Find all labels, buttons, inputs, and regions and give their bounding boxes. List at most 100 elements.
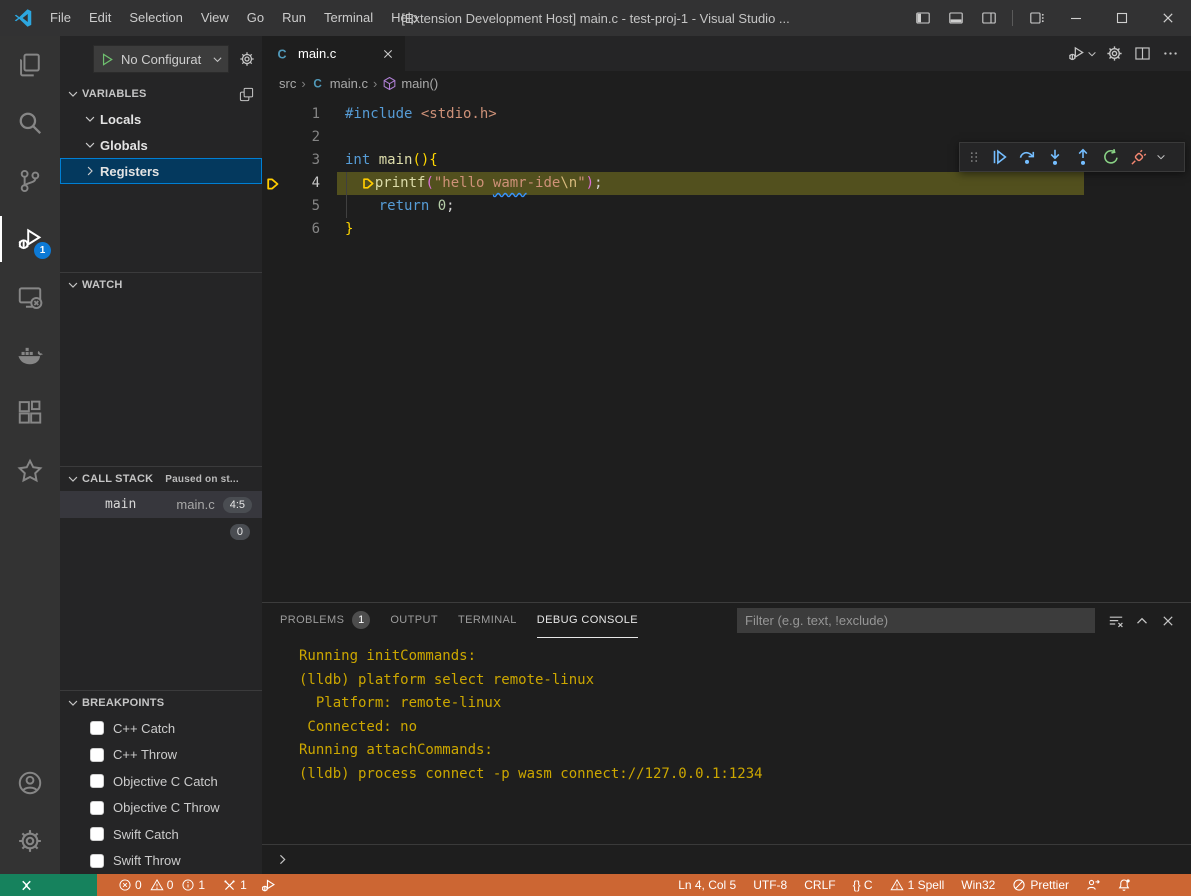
activity-item-extensions[interactable] [0,384,60,442]
variables-section-header[interactable]: VARIABLES [60,82,262,106]
breakpoint-row[interactable]: Objective C Catch [60,768,262,795]
restart-button[interactable] [1097,143,1125,171]
activity-item-favorites[interactable] [0,442,60,500]
breakpoint-gutter[interactable] [262,149,284,172]
breakpoint-gutter[interactable] [262,218,284,241]
breakpoint-gutter[interactable] [262,195,284,218]
activity-item-docker[interactable] [0,326,60,384]
split-editor-button[interactable] [1129,41,1155,67]
breakpoints-section-header[interactable]: BREAKPOINTS [60,691,262,715]
status-eol[interactable]: CRLF [804,878,835,892]
panel-tab-output[interactable]: OUTPUT [390,603,438,638]
chevron-down-icon[interactable] [1153,143,1169,171]
menu-run[interactable]: Run [273,0,315,36]
breakpoint-checkbox[interactable] [90,721,104,735]
activity-item-search[interactable] [0,94,60,152]
variables-item-globals[interactable]: Globals [60,132,262,158]
titlebar-layout-sidebar-button[interactable] [906,0,939,36]
debug-status[interactable] [261,878,276,893]
breakpoint-row[interactable]: Swift Throw [60,848,262,875]
breakpoint-label: Swift Catch [113,827,179,842]
activity-item-run-and-debug[interactable]: 1 [0,210,60,268]
more-actions-button[interactable] [1157,41,1183,67]
editor-settings-button[interactable] [1101,41,1127,67]
clear-console-icon[interactable] [1103,608,1129,634]
status-encoding[interactable]: UTF-8 [753,878,787,892]
menu-selection[interactable]: Selection [120,0,191,36]
close-icon[interactable] [381,47,395,61]
breadcrumb-item-src[interactable]: src [279,76,296,91]
debug-console-input[interactable] [262,844,1191,874]
activity-item-explorer[interactable] [0,36,60,94]
status-cursor-position[interactable]: Ln 4, Col 5 [678,878,736,892]
activity-item-source-control[interactable] [0,152,60,210]
call-stack-frame[interactable]: main main.c 4:5 [60,491,262,518]
ellipsis-icon [1162,45,1179,62]
watch-section-header[interactable]: WATCH [60,273,262,297]
close-panel-icon[interactable] [1155,608,1181,634]
menu-edit[interactable]: Edit [80,0,120,36]
breakpoint-gutter[interactable] [262,103,284,126]
breakpoint-checkbox[interactable] [90,774,104,788]
tab-main.c[interactable]: Cmain.c [262,36,405,71]
drag-grip-icon[interactable] [963,143,985,171]
maximize-panel-icon[interactable] [1129,608,1155,634]
ports-status[interactable]: 1 [223,878,247,892]
launch-config-gear-icon[interactable] [239,51,255,67]
activity-item-accounts[interactable] [0,754,60,812]
problems-status[interactable]: 001 [118,878,209,892]
breakpoint-checkbox[interactable] [90,854,104,868]
variables-item-locals[interactable]: Locals [60,106,262,132]
menu-view[interactable]: View [192,0,238,36]
variables-item-registers[interactable]: Registers [60,158,262,184]
status-platform[interactable]: Win32 [961,878,995,892]
breakpoint-gutter[interactable] [262,172,284,195]
disconnect-button[interactable] [1125,143,1153,171]
continue-button[interactable] [985,143,1013,171]
breakpoint-row[interactable]: C++ Throw [60,742,262,769]
run-dropdown-button[interactable] [1085,41,1099,67]
console-filter-input[interactable] [737,608,1095,633]
copy-icon[interactable] [239,87,254,102]
call-stack-section-header[interactable]: CALL STACK Paused on st... [60,467,262,491]
debug-config-dropdown[interactable]: No Configurat [93,45,229,73]
step-into-button[interactable] [1041,143,1069,171]
call-stack-row[interactable]: 0 [60,518,262,545]
status-feedback[interactable] [1086,878,1100,892]
code-editor[interactable]: 1#include <stdio.h>23int main(){4 printf… [262,95,1191,602]
status-language-mode[interactable]: {} C [853,878,873,892]
titlebar-layout-panel-button[interactable] [939,0,972,36]
titlebar-layout-customize-button[interactable] [1020,0,1053,36]
variables-section: VARIABLES LocalsGlobalsRegisters [60,82,262,272]
step-out-button[interactable] [1069,143,1097,171]
star-icon [17,458,43,484]
breakpoint-row[interactable]: Objective C Throw [60,795,262,822]
activity-item-settings[interactable] [0,812,60,870]
status-spell-status[interactable]: 1 Spell [890,878,945,892]
breakpoint-row[interactable]: C++ Catch [60,715,262,742]
breadcrumb-item-main[interactable]: main() [382,76,438,91]
breakpoint-checkbox[interactable] [90,801,104,815]
menu-file[interactable]: File [41,0,80,36]
breadcrumb-item-mainc[interactable]: Cmain.c [311,76,368,91]
start-debugging-icon[interactable] [100,52,115,67]
titlebar-layout-sidebar-right-button[interactable] [972,0,1005,36]
activity-item-remote-explorer[interactable] [0,268,60,326]
menu-go[interactable]: Go [238,0,273,36]
step-over-button[interactable] [1013,143,1041,171]
close-window-button[interactable] [1145,0,1191,36]
breakpoint-checkbox[interactable] [90,748,104,762]
breakpoint-checkbox[interactable] [90,827,104,841]
panel-tab-terminal[interactable]: TERMINAL [458,603,517,638]
menu-terminal[interactable]: Terminal [315,0,382,36]
remote-indicator[interactable] [0,874,97,896]
breakpoint-row[interactable]: Swift Catch [60,821,262,848]
minimize-button[interactable] [1053,0,1099,36]
exec-arrow-icon [265,176,281,192]
status-prettier[interactable]: Prettier [1012,878,1069,892]
status-notifications[interactable] [1117,878,1131,892]
panel-tab-problems[interactable]: PROBLEMS1 [280,603,370,638]
breakpoint-gutter[interactable] [262,126,284,149]
maximize-button[interactable] [1099,0,1145,36]
panel-tab-debug-console[interactable]: DEBUG CONSOLE [537,603,638,638]
